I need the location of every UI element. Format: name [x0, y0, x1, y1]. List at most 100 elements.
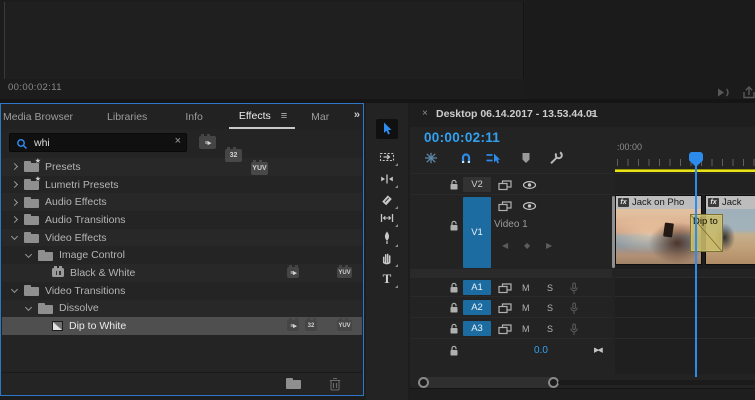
timeline-panel-menu-icon[interactable]: ≡: [590, 108, 596, 120]
lock-icon[interactable]: [449, 179, 459, 191]
bowtie-icon[interactable]: ▶◀: [594, 346, 603, 354]
sync-lock-icon[interactable]: [498, 180, 512, 191]
sync-lock-icon[interactable]: [498, 201, 512, 212]
lock-icon[interactable]: [449, 302, 459, 314]
clear-search-icon[interactable]: ×: [175, 135, 181, 147]
master-gain-value[interactable]: 0.0: [534, 345, 548, 356]
tree-item-dissolve[interactable]: Dissolve: [2, 300, 362, 318]
selection-cursor-icon: [384, 122, 392, 135]
track-target-v1[interactable]: V1: [463, 197, 491, 268]
effects-panel-menu-icon[interactable]: ≡: [281, 110, 295, 122]
tab-effects[interactable]: Effects: [229, 104, 281, 128]
voiceover-mic-icon[interactable]: [568, 302, 580, 315]
lock-icon[interactable]: [449, 323, 459, 335]
time-ruler[interactable]: :00:00: [615, 127, 755, 169]
tree-item-black-and-white[interactable]: Black & White ≡▸ YUV: [2, 264, 362, 282]
tree-item-video-transitions[interactable]: Video Transitions: [2, 282, 362, 300]
prev-keyframe-icon[interactable]: ◀: [502, 241, 508, 250]
tree-item-dip-to-white[interactable]: Dip to White ≡▸ 32 YUV: [2, 317, 362, 335]
nest-sequences-icon[interactable]: [423, 150, 439, 166]
sequence-tab-title[interactable]: Desktop 06.14.2017 - 13.53.44.01: [436, 108, 598, 120]
solo-button[interactable]: S: [547, 324, 553, 334]
tree-item-image-control[interactable]: Image Control: [2, 246, 362, 264]
pen-tool[interactable]: [376, 228, 398, 248]
close-panel-icon[interactable]: ×: [422, 108, 428, 119]
mute-button[interactable]: M: [522, 324, 530, 334]
tab-info[interactable]: Info: [175, 104, 213, 129]
drag-audio-icon[interactable]: [715, 86, 733, 99]
sync-lock-icon[interactable]: [498, 324, 512, 335]
chevron-right-icon[interactable]: [10, 216, 19, 224]
slip-tool[interactable]: [376, 208, 398, 228]
track-select-forward-tool[interactable]: [376, 147, 398, 167]
lock-icon[interactable]: [449, 345, 459, 357]
tree-item-presets[interactable]: ★ Presets: [2, 158, 362, 176]
playhead-line[interactable]: [695, 152, 697, 377]
chevron-right-icon[interactable]: [10, 198, 19, 206]
fx-badge[interactable]: fx: [618, 198, 629, 207]
sync-lock-icon[interactable]: [498, 303, 512, 314]
new-custom-bin-icon[interactable]: [286, 378, 301, 389]
tree-item-video-effects[interactable]: Video Effects: [2, 229, 362, 247]
linked-selection-icon[interactable]: [485, 150, 501, 166]
scrollbar-track[interactable]: [558, 380, 755, 385]
chevron-right-icon[interactable]: [10, 180, 19, 189]
mute-button[interactable]: M: [522, 283, 530, 293]
ripple-edit-tool[interactable]: [376, 169, 398, 189]
chevron-right-icon[interactable]: [10, 163, 19, 171]
search-box[interactable]: ×: [9, 133, 187, 152]
track-target-a2[interactable]: A2: [463, 300, 491, 315]
add-keyframe-icon[interactable]: ◆: [524, 241, 530, 250]
tree-item-lumetri-presets[interactable]: ★ Lumetri Presets: [2, 176, 362, 194]
tab-libraries[interactable]: Libraries: [97, 104, 157, 129]
tree-item-audio-transitions[interactable]: Audio Transitions: [2, 211, 362, 229]
voiceover-mic-icon[interactable]: [568, 282, 580, 295]
track-output-eye-icon[interactable]: [522, 201, 537, 211]
program-monitor-viewport[interactable]: [4, 2, 524, 79]
video-tracks-scrollbar[interactable]: [612, 196, 615, 268]
solo-button[interactable]: S: [547, 303, 553, 313]
track-output-eye-icon[interactable]: [522, 180, 537, 190]
sequence-timecode[interactable]: 00:00:02:11: [424, 130, 500, 145]
zoom-handle-left[interactable]: [418, 377, 429, 388]
chevron-down-icon[interactable]: [10, 233, 19, 241]
chevron-down-icon[interactable]: [24, 303, 33, 311]
mute-button[interactable]: M: [522, 303, 530, 313]
voiceover-mic-icon[interactable]: [568, 323, 580, 336]
track-target-a3[interactable]: A3: [463, 321, 491, 336]
track-name-video1[interactable]: Video 1: [494, 219, 528, 230]
track-v2-lane[interactable]: [615, 173, 755, 194]
track-a1-lane[interactable]: [615, 277, 755, 296]
tab-media-browser[interactable]: Media Browser: [1, 104, 83, 129]
add-marker-icon[interactable]: [518, 150, 534, 166]
track-target-a1[interactable]: A1: [463, 280, 491, 295]
sync-lock-icon[interactable]: [498, 283, 512, 294]
clip-jack-on-phone-1[interactable]: fx Jack on Pho: [615, 195, 702, 265]
hand-tool[interactable]: [376, 248, 398, 268]
lock-icon[interactable]: [449, 220, 459, 232]
tree-item-audio-effects[interactable]: Audio Effects: [2, 193, 362, 211]
search-input[interactable]: [34, 134, 164, 151]
chevron-down-icon[interactable]: [24, 250, 33, 258]
track-a3-lane[interactable]: [615, 317, 755, 338]
timeline-zoom-scrollbar[interactable]: [418, 377, 559, 388]
chevron-down-icon[interactable]: [10, 286, 19, 294]
track-master-lane[interactable]: [615, 338, 755, 361]
tab-markers[interactable]: Mar: [301, 104, 339, 129]
fx-badge[interactable]: fx: [708, 198, 719, 207]
tab-overflow-chevrons-icon[interactable]: »: [354, 109, 360, 121]
video-audio-divider[interactable]: [410, 269, 612, 277]
razor-tool[interactable]: [376, 190, 398, 210]
export-frame-icon[interactable]: [741, 86, 755, 99]
next-keyframe-icon[interactable]: ▶: [546, 241, 552, 250]
solo-button[interactable]: S: [547, 283, 553, 293]
accelerated-effects-filter-icon[interactable]: ≡▸: [199, 134, 216, 149]
selection-tool[interactable]: [376, 119, 398, 139]
timeline-settings-wrench-icon[interactable]: [548, 150, 564, 166]
delete-bin-icon[interactable]: [329, 377, 341, 391]
lock-icon[interactable]: [449, 282, 459, 294]
snap-magnet-icon[interactable]: [458, 150, 474, 166]
track-target-v2[interactable]: V2: [463, 177, 491, 192]
type-tool[interactable]: T: [376, 269, 398, 289]
track-a2-lane[interactable]: [615, 296, 755, 317]
